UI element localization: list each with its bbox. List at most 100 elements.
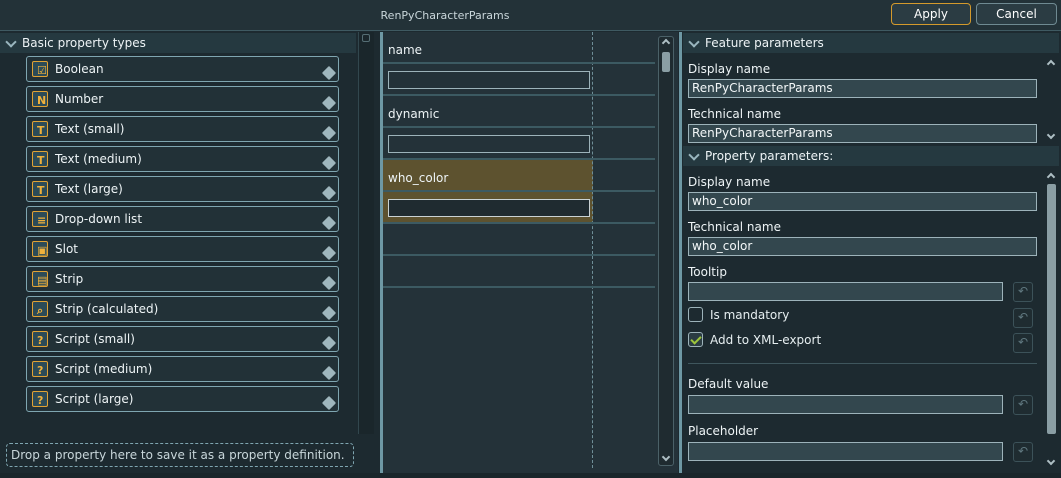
scroll-up-arrow-icon[interactable] [1046,172,1056,182]
section-title: Property parameters: [705,149,834,163]
feature-display-name-label: Display name [688,62,771,76]
who-color-input[interactable] [388,199,590,217]
default-value-label: Default value [688,377,769,391]
scroll-up-arrow-icon[interactable] [1046,59,1056,69]
apply-button[interactable]: Apply [891,3,971,25]
property-technical-name-field[interactable]: who_color [688,237,1037,256]
property-type-item[interactable]: ? Script (small) [26,326,339,352]
scrollbar-up-arrow[interactable] [362,34,370,42]
property-parameters-header[interactable]: Property parameters: [683,146,1059,166]
property-type-label: Drop-down list [55,212,143,226]
drag-handle-icon[interactable] [322,216,336,230]
feature-display-name-field[interactable]: RenPyCharacterParams [688,79,1037,98]
property-type-item[interactable]: ☑ Boolean [26,56,339,82]
section-divider [688,363,1037,364]
layout-scrollbar[interactable] [658,36,674,466]
property-type-item[interactable]: T Text (medium) [26,146,339,172]
scrollbar-thumb[interactable] [662,52,670,72]
property-type-item[interactable]: N Number [26,86,339,112]
reset-tooltip-icon[interactable] [1013,282,1033,302]
selected-row-highlight: who_color [383,160,593,224]
name-input[interactable] [388,71,590,89]
drag-handle-icon[interactable] [322,246,336,260]
chevron-down-icon [6,38,16,48]
property-type-label: Text (large) [55,182,123,196]
row-divider [383,190,655,192]
property-layout-grid: who_color name dynamic [383,32,655,468]
drag-handle-icon[interactable] [322,156,336,170]
property-type-item[interactable]: ⌕ Strip (calculated) [26,296,339,322]
scrollbar-thumb[interactable] [1047,184,1056,434]
property-type-item[interactable]: T Text (large) [26,176,339,202]
drag-handle-icon[interactable] [322,126,336,140]
boolean-icon: ☑ [31,60,49,78]
property-type-label: Strip (calculated) [55,302,159,316]
chevron-down-icon [689,151,699,161]
reset-mandatory-icon[interactable] [1013,308,1033,328]
scroll-up-arrow-icon[interactable] [661,38,671,48]
drag-handle-icon[interactable] [322,396,336,410]
xml-export-checkbox[interactable] [688,332,703,347]
slot-icon: ▣ [31,240,49,258]
property-drop-zone[interactable]: Drop a property here to save it as a pro… [6,443,354,467]
strip-calculated-icon: ⌕ [31,300,49,318]
property-type-item[interactable]: ▣ Slot [26,236,339,262]
default-value-field[interactable] [688,395,1003,414]
reset-placeholder-icon[interactable] [1013,442,1033,462]
is-mandatory-checkbox[interactable] [688,307,703,322]
feature-technical-name-field[interactable]: RenPyCharacterParams [688,124,1037,143]
property-type-label: Text (small) [55,122,125,136]
drag-handle-icon[interactable] [322,66,336,80]
scroll-down-arrow-icon[interactable] [1046,130,1056,140]
drag-handle-icon[interactable] [322,186,336,200]
drag-handle-icon[interactable] [322,96,336,110]
row-divider [383,158,655,160]
xml-export-row[interactable]: Add to XML-export [688,332,821,347]
row-label-name[interactable]: name [388,43,422,57]
property-display-name-field[interactable]: who_color [688,192,1037,211]
property-type-label: Text (medium) [55,152,142,166]
section-title: Basic property types [22,36,146,50]
drag-handle-icon[interactable] [322,306,336,320]
scroll-down-arrow-icon[interactable] [1046,456,1056,466]
reset-default-value-icon[interactable] [1013,395,1033,415]
placeholder-field[interactable] [688,442,1003,461]
window-title: RenPyCharacterParams [380,9,510,22]
script-medium-icon: ? [31,360,49,378]
status-strip [0,473,1061,478]
drag-handle-icon[interactable] [322,276,336,290]
is-mandatory-row[interactable]: Is mandatory [688,307,789,322]
property-type-item[interactable]: ? Script (medium) [26,356,339,382]
property-layout-panel: who_color name dynamic [383,32,678,473]
property-type-item[interactable]: ? Script (large) [26,386,339,412]
right-splitter[interactable] [679,32,682,473]
drag-handle-icon[interactable] [322,336,336,350]
property-list-scrollbar[interactable] [358,32,374,434]
reset-xml-export-icon[interactable] [1013,333,1033,353]
chevron-down-icon [689,38,699,48]
feature-parameters-header[interactable]: Feature parameters [683,33,1059,53]
row-divider [383,126,655,128]
property-type-label: Strip [55,272,84,286]
row-divider [383,286,655,288]
property-parameters-scrollbar[interactable] [1045,171,1059,468]
row-divider [383,254,655,256]
text-large-icon: T [31,180,49,198]
row-label-who-color[interactable]: who_color [388,171,448,185]
script-large-icon: ? [31,390,49,408]
xml-export-label: Add to XML-export [710,332,822,347]
feature-scrollbar[interactable] [1045,58,1059,142]
property-type-item[interactable]: T Text (small) [26,116,339,142]
basic-property-types-header[interactable]: Basic property types [0,33,356,53]
script-small-icon: ? [31,330,49,348]
property-type-item[interactable]: ≡ Drop-down list [26,206,339,232]
cancel-button[interactable]: Cancel [976,3,1057,25]
scroll-down-arrow-icon[interactable] [661,452,671,462]
property-type-item[interactable]: ▤ Strip [26,266,339,292]
row-label-dynamic[interactable]: dynamic [388,107,439,121]
tooltip-field[interactable] [688,282,1003,301]
dynamic-input[interactable] [388,135,590,153]
drag-handle-icon[interactable] [322,366,336,380]
property-type-label: Script (medium) [55,362,153,376]
title-bar: RenPyCharacterParams Apply Cancel [0,0,1061,31]
